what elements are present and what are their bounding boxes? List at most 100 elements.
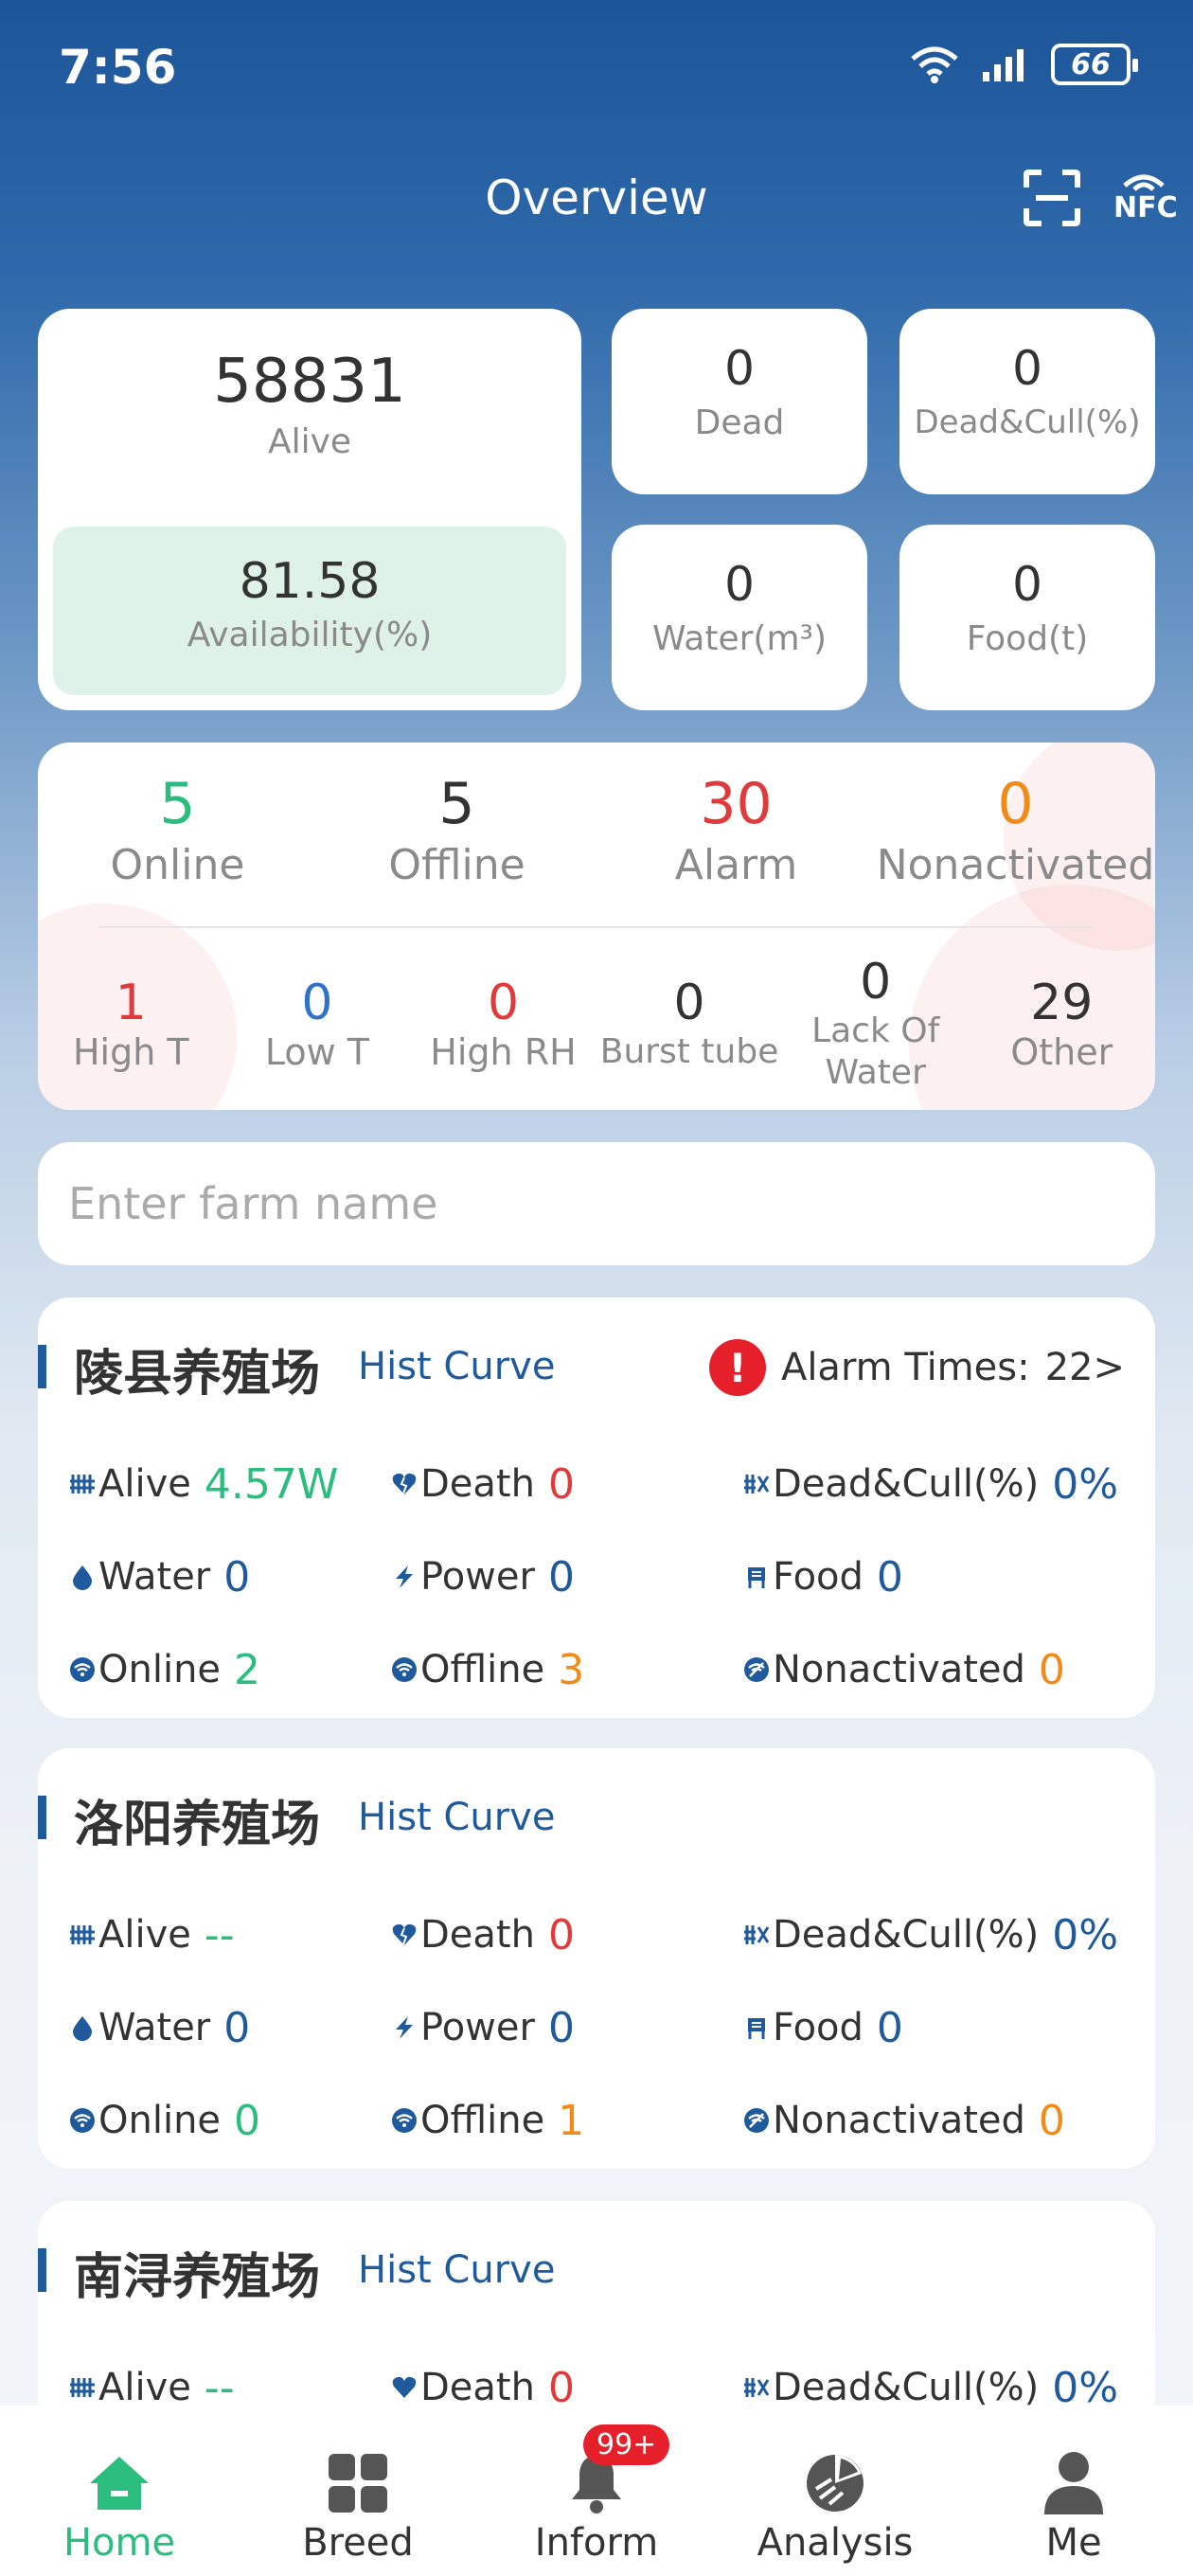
wifi-icon	[911, 46, 958, 83]
offline-metric: Offline 1	[390, 2097, 742, 2145]
power-label: Power	[420, 1555, 535, 1599]
water-value: 0	[223, 2003, 251, 2052]
person-icon	[1044, 2452, 1103, 2514]
alarm-times-link[interactable]: ! Alarm Times: 22>	[708, 1339, 1125, 1396]
lightning-icon	[390, 1563, 418, 1591]
power-metric: Power 0	[390, 1553, 742, 1601]
death-value: 0	[547, 1459, 575, 1509]
lack-of-water-value: 0	[860, 954, 892, 1011]
death-metric: Death 0	[390, 1911, 742, 1959]
dead-cull-metric: Dead&Cull(%) 0%	[742, 1460, 1155, 1509]
farm-accent-bar	[38, 2248, 46, 2292]
nonactivated-stat[interactable]: 0 Nonactivated	[876, 771, 1155, 889]
farm-card[interactable]: 洛阳养殖场 Hist Curve Alive -- Death 0 Dead&C…	[38, 1748, 1155, 2169]
nav-home-label: Home	[62, 2521, 176, 2565]
status-icons: 66	[909, 44, 1138, 85]
farm-header: 陵县养殖场 Hist Curve ! Alarm Times: 22>	[38, 1332, 1155, 1403]
nav-me[interactable]: Me	[954, 2406, 1193, 2576]
nav-home[interactable]: Home	[0, 2406, 239, 2576]
alarm-stat[interactable]: 30 Alarm	[596, 771, 876, 889]
alarm-times-value: 22>	[1044, 1346, 1125, 1389]
other-value: 29	[1030, 975, 1094, 1031]
nonactivated-label: Nonactivated	[876, 841, 1155, 889]
pie-chart-icon	[807, 2455, 864, 2512]
water-drop-icon	[68, 2013, 97, 2042]
farm-header: 南浔养殖场 Hist Curve	[38, 2235, 1155, 2306]
burst-tube-value: 0	[673, 975, 705, 1031]
death-metric: Death 0	[390, 2364, 742, 2412]
device-summary-row: 5 Online 5 Offline 30 Alarm 0 Nonactivat…	[38, 771, 1155, 889]
bottom-nav: Home Breed Inform Analysis Me 99+	[0, 2406, 1193, 2576]
high-rh-stat[interactable]: 0 High RH	[410, 943, 596, 1104]
death-label: Death	[420, 2366, 535, 2409]
water-label: Water(m³)	[651, 619, 827, 658]
nonactivated-value: 0	[997, 771, 1034, 837]
offline-stat[interactable]: 5 Offline	[317, 771, 596, 889]
broken-heart-icon	[390, 1921, 418, 1949]
farm-accent-bar	[38, 1796, 46, 1839]
food-card: 0 Food(t)	[899, 525, 1155, 710]
nfc-waves-icon	[1123, 174, 1165, 191]
nonactivated-wifi-icon	[742, 2106, 771, 2135]
page-title: Overview	[485, 170, 708, 225]
low-t-stat[interactable]: 0 Low T	[224, 943, 411, 1104]
offline-value: 1	[558, 2096, 585, 2145]
dead-label: Dead	[694, 403, 785, 442]
high-t-stat[interactable]: 1 High T	[38, 943, 224, 1104]
alarm-times-label: Alarm Times:	[780, 1346, 1030, 1389]
offline-metric: Offline 3	[390, 1646, 742, 1694]
alive-value: --	[204, 1910, 235, 1959]
offline-label: Offline	[388, 841, 525, 889]
farm-name: 南浔养殖场	[74, 2249, 321, 2306]
nav-analysis[interactable]: Analysis	[716, 2406, 954, 2576]
hist-curve-link[interactable]: Hist Curve	[358, 2248, 555, 2292]
hist-curve-link[interactable]: Hist Curve	[358, 1796, 555, 1839]
nav-me-label: Me	[1045, 2521, 1102, 2565]
scan-icon[interactable]	[1023, 169, 1081, 227]
cull-icon	[742, 1470, 771, 1498]
farm-card[interactable]: 陵县养殖场 Hist Curve ! Alarm Times: 22> Aliv…	[38, 1297, 1155, 1718]
alive-value: 4.57W	[204, 1459, 339, 1509]
water-value: 0	[724, 557, 755, 612]
dead-cull-value: 0%	[1052, 1910, 1119, 1959]
online-stat[interactable]: 5 Online	[38, 771, 317, 889]
nav-breed[interactable]: Breed	[239, 2406, 477, 2576]
power-value: 0	[547, 2003, 575, 2052]
alive-card: 58831 Alive 81.58 Availability(%)	[38, 309, 581, 710]
lack-of-water-stat[interactable]: 0 Lack Of Water	[782, 943, 969, 1104]
other-stat[interactable]: 29 Other	[969, 943, 1155, 1104]
hist-curve-link[interactable]: Hist Curve	[358, 1345, 555, 1388]
farm-search-input[interactable]	[38, 1142, 1155, 1265]
farm-card[interactable]: 南浔养殖场 Hist Curve Alive -- Death 0 Dead&C…	[38, 2201, 1155, 2428]
alive-icon	[68, 2373, 97, 2402]
alive-icon	[68, 1470, 97, 1498]
offline-value: 3	[558, 1645, 585, 1694]
high-rh-value: 0	[487, 975, 520, 1031]
power-metric: Power 0	[390, 2004, 742, 2052]
farm-name: 陵县养殖场	[74, 1346, 321, 1403]
food-label: Food(t)	[966, 619, 1089, 658]
cull-icon	[742, 1921, 771, 1949]
grid-icon	[329, 2454, 387, 2513]
alarm-exclamation-icon: !	[708, 1339, 766, 1396]
water-label: Water	[98, 1555, 211, 1599]
alive-label: Alive	[267, 422, 352, 461]
dead-cull-card: 0 Dead&Cull(%)	[899, 309, 1155, 494]
nonactivated-label: Nonactivated	[773, 1648, 1025, 1691]
water-metric: Water 0	[38, 1553, 390, 1601]
nfc-label: NFC	[1113, 191, 1178, 224]
death-metric: Death 0	[390, 1460, 742, 1509]
nonactivated-metric: Nonactivated 0	[742, 2097, 1155, 2145]
dead-cull-metric: Dead&Cull(%) 0%	[742, 1911, 1155, 1959]
death-value: 0	[547, 2363, 575, 2412]
farm-name: 洛阳养殖场	[74, 1797, 321, 1853]
battery-icon: 66	[1051, 44, 1138, 85]
status-bar: 7:56 66	[0, 0, 1193, 133]
online-value: 5	[159, 771, 196, 837]
burst-tube-stat[interactable]: 0 Burst tube	[596, 943, 783, 1104]
feed-bin-icon	[742, 1563, 771, 1591]
broken-heart-icon	[390, 1470, 418, 1498]
nfc-button[interactable]: NFC	[1113, 167, 1178, 224]
offline-label: Offline	[420, 1648, 545, 1691]
status-time: 7:56	[59, 40, 177, 95]
